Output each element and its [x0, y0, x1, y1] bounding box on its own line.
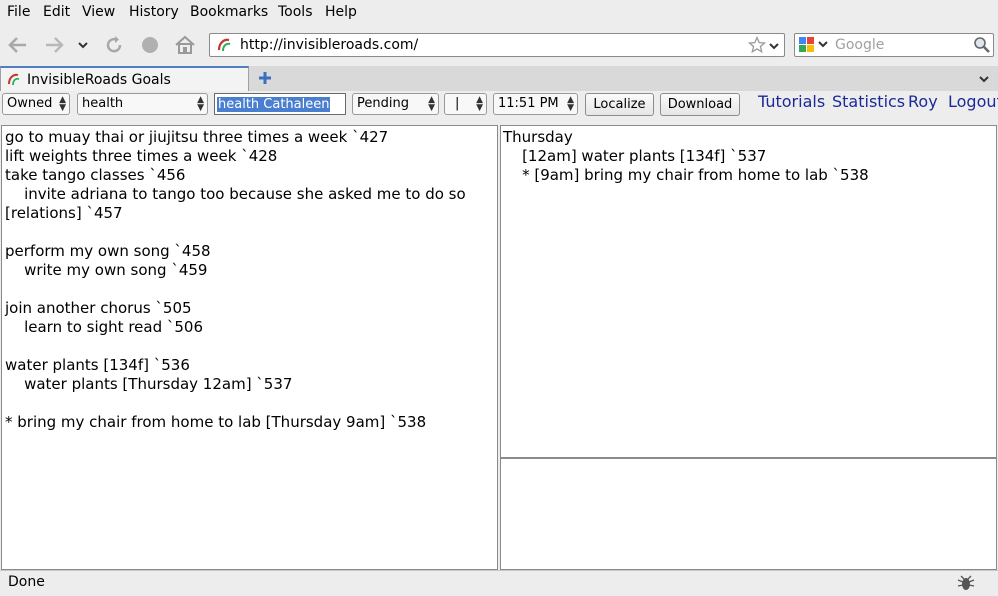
- history-dropdown-icon[interactable]: [75, 34, 91, 56]
- select-arrows-icon: ▲ ▼: [428, 95, 435, 113]
- schedule-line: [12am] water plants [134f] `537: [503, 147, 767, 165]
- status-select-value: Pending: [357, 96, 409, 111]
- schedule-panel: Thursday [12am] water plants [134f] `537…: [500, 125, 997, 458]
- category-select-value: health: [82, 96, 124, 111]
- time-select[interactable]: 11:51 PM ▲ ▼: [493, 93, 578, 115]
- menu-edit[interactable]: Edit: [43, 4, 70, 20]
- back-icon[interactable]: [7, 34, 29, 56]
- select-arrows-icon: ▲ ▼: [197, 95, 204, 113]
- menu-bookmarks[interactable]: Bookmarks: [190, 4, 268, 20]
- bug-icon[interactable]: [956, 574, 976, 596]
- localize-button[interactable]: Localize: [585, 93, 654, 116]
- user-link[interactable]: Roy: [908, 92, 938, 111]
- menu-bar: File Edit View History Bookmarks Tools H…: [0, 0, 998, 24]
- separator-select[interactable]: | ▲ ▼: [444, 93, 487, 115]
- navigation-toolbar: http://invisibleroads.com/ Google: [0, 24, 998, 67]
- details-panel: [500, 458, 997, 570]
- select-arrows-icon: ▲ ▼: [59, 95, 66, 113]
- menu-file[interactable]: File: [7, 4, 30, 20]
- owner-select[interactable]: Owned ▲ ▼: [2, 93, 70, 115]
- statistics-link[interactable]: Statistics: [832, 92, 905, 111]
- reload-icon[interactable]: [103, 34, 125, 56]
- goal-line: water plants [Thursday 12am] `537: [5, 375, 293, 393]
- status-text: Done: [8, 574, 45, 590]
- goal-line: lift weights three times a week `428: [5, 147, 278, 165]
- menu-view[interactable]: View: [82, 4, 115, 20]
- new-tab-icon[interactable]: [257, 70, 273, 90]
- site-favicon-icon: [215, 36, 233, 58]
- url-text[interactable]: http://invisibleroads.com/: [240, 37, 418, 53]
- goal-line: go to muay thai or jiujitsu three times …: [5, 128, 389, 146]
- menu-tools[interactable]: Tools: [278, 4, 313, 20]
- select-arrows-icon: ▲ ▼: [567, 95, 574, 113]
- schedule-line: Thursday: [503, 128, 573, 146]
- bookmark-star-icon[interactable]: [747, 35, 767, 58]
- select-arrows-icon: ▲ ▼: [476, 95, 483, 113]
- url-bar[interactable]: http://invisibleroads.com/: [209, 33, 785, 57]
- page-content: Owned ▲ ▼ health ▲ ▼ health Cathaleen Pend…: [0, 91, 998, 570]
- search-icon[interactable]: [973, 36, 991, 58]
- goal-line: * bring my chair from home to lab [Thurs…: [5, 413, 427, 431]
- goal-line: invite adriana to tango too because she …: [5, 185, 466, 203]
- tutorials-link[interactable]: Tutorials: [758, 92, 825, 111]
- menu-help[interactable]: Help: [325, 4, 357, 20]
- goal-line: join another chorus `505: [5, 299, 192, 317]
- search-bar[interactable]: Google: [794, 33, 994, 57]
- separator-select-value: |: [455, 96, 460, 111]
- goal-line: water plants [134f] `536: [5, 356, 190, 374]
- schedule-line: * [9am] bring my chair from home to lab …: [503, 166, 869, 184]
- goal-line: take tango classes `456: [5, 166, 186, 184]
- download-button[interactable]: Download: [660, 93, 740, 116]
- status-bar: Done: [0, 570, 998, 595]
- owner-select-value: Owned: [7, 96, 53, 111]
- goal-line: perform my own song `458: [5, 242, 211, 260]
- goal-line: [relations] `457: [5, 204, 123, 222]
- logout-link[interactable]: Logout: [948, 92, 998, 111]
- goals-textarea[interactable]: go to muay thai or jiujitsu three times …: [1, 125, 498, 570]
- home-icon[interactable]: [174, 34, 196, 56]
- stop-icon[interactable]: [139, 34, 161, 56]
- menu-history[interactable]: History: [129, 4, 179, 20]
- category-select[interactable]: health ▲ ▼: [77, 93, 208, 115]
- filter-input-text: health Cathaleen: [217, 97, 331, 112]
- filter-input[interactable]: health Cathaleen: [214, 93, 346, 115]
- status-select[interactable]: Pending ▲ ▼: [352, 93, 439, 115]
- url-dropdown-icon[interactable]: [768, 40, 780, 56]
- tab-title: InvisibleRoads Goals: [27, 72, 171, 88]
- search-engine-icon[interactable]: [798, 36, 832, 58]
- tab-strip: InvisibleRoads Goals: [0, 66, 998, 92]
- goal-line: write my own song `459: [5, 261, 208, 279]
- tab-favicon-icon: [6, 71, 22, 91]
- forward-icon[interactable]: [43, 34, 65, 56]
- goal-line: learn to sight read `506: [5, 318, 204, 336]
- tab-invisibleroads-goals[interactable]: InvisibleRoads Goals: [0, 66, 249, 91]
- search-input[interactable]: Google: [835, 37, 884, 53]
- time-select-value: 11:51 PM: [498, 96, 559, 111]
- tab-list-dropdown-icon[interactable]: [978, 73, 990, 89]
